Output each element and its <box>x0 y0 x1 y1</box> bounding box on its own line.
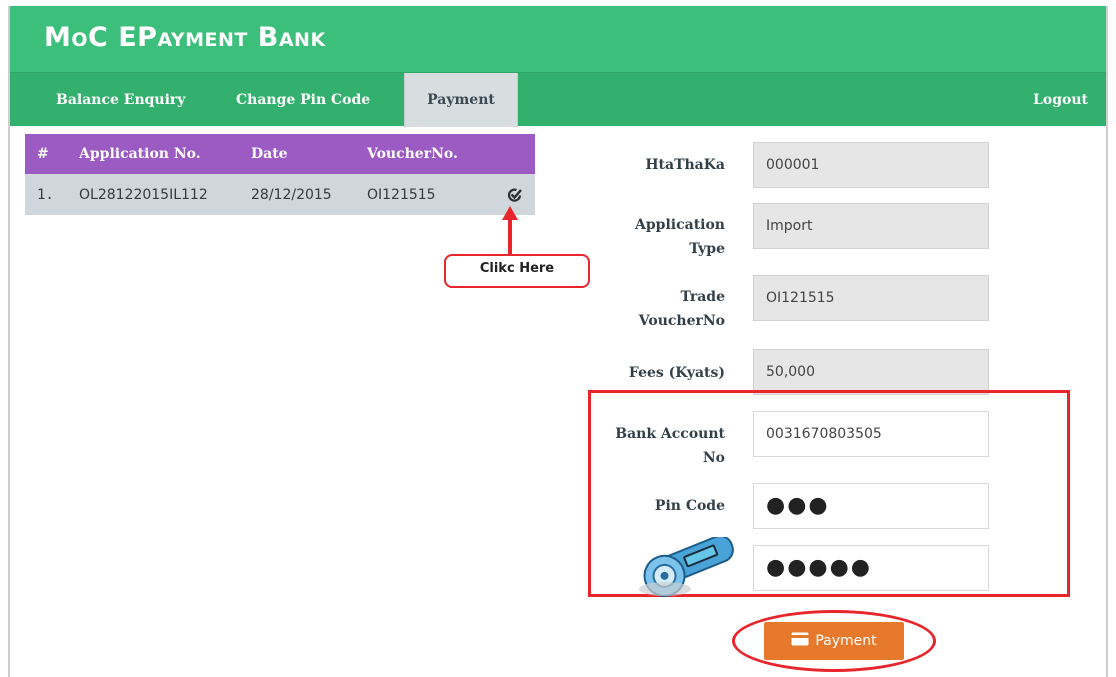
application-type-field: Import <box>753 203 989 249</box>
app-header: MoC EPayment Bank <box>10 6 1106 72</box>
pin-code-input[interactable]: ●●● <box>753 483 989 529</box>
label-bank-account-line2: No <box>702 450 725 466</box>
token-code-input[interactable]: ●●●●● <box>753 545 989 591</box>
annotation-arrow-icon <box>502 206 518 258</box>
label-fees: Fees (Kyats) <box>628 365 725 381</box>
table-row[interactable]: 1. OL28122015IL112 28/12/2015 OI121515 <box>25 174 535 215</box>
annotation-callout: Clikc Here <box>444 254 590 288</box>
check-select-icon[interactable] <box>507 187 523 203</box>
main-navbar: Balance Enquiry Change Pin Code Payment … <box>10 72 1106 127</box>
application-table: # Application No. Date VoucherNo. 1. OL2… <box>25 134 535 215</box>
htathaka-field: 000001 <box>753 142 989 188</box>
table-header: # Application No. Date VoucherNo. <box>25 134 535 174</box>
payment-button[interactable]: Payment <box>764 622 904 660</box>
nav-change-pin-code[interactable]: Change Pin Code <box>236 73 370 127</box>
label-pin-code: Pin Code <box>654 498 725 514</box>
row-action[interactable] <box>495 187 535 203</box>
payment-button-label: Payment <box>815 633 877 649</box>
label-application-type-line2: Type <box>689 241 725 257</box>
row-application-no: OL28122015IL112 <box>79 186 208 203</box>
bank-account-input[interactable]: 0031670803505 <box>753 411 989 457</box>
label-application-type-line1: Application <box>635 217 725 233</box>
header-date: Date <box>251 146 288 162</box>
row-date: 28/12/2015 <box>251 186 332 203</box>
fees-field: 50,000 <box>753 349 989 395</box>
label-trade-voucher-line2: VoucherNo <box>638 313 725 329</box>
label-trade-voucher: Trade VoucherNo <box>605 285 725 333</box>
trade-voucher-field: OI121515 <box>753 275 989 321</box>
app-title: MoC EPayment Bank <box>44 22 326 53</box>
row-number: 1. <box>37 186 54 203</box>
credit-card-icon <box>791 632 809 650</box>
label-trade-voucher-line1: Trade <box>680 289 725 305</box>
nav-balance-enquiry[interactable]: Balance Enquiry <box>56 73 185 127</box>
label-bank-account-line1: Bank Account <box>615 426 725 442</box>
label-bank-account: Bank Account No <box>605 422 725 470</box>
logout-link[interactable]: Logout <box>1033 73 1088 127</box>
label-htathaka: HtaThaKa <box>645 157 725 173</box>
security-token-icon <box>625 535 743 603</box>
nav-payment[interactable]: Payment <box>404 73 518 127</box>
header-number: # <box>37 146 49 162</box>
header-voucher-no: VoucherNo. <box>367 146 458 162</box>
row-voucher-no: OI121515 <box>367 186 436 203</box>
label-application-type: Application Type <box>605 213 725 261</box>
header-application-no: Application No. <box>79 146 201 162</box>
